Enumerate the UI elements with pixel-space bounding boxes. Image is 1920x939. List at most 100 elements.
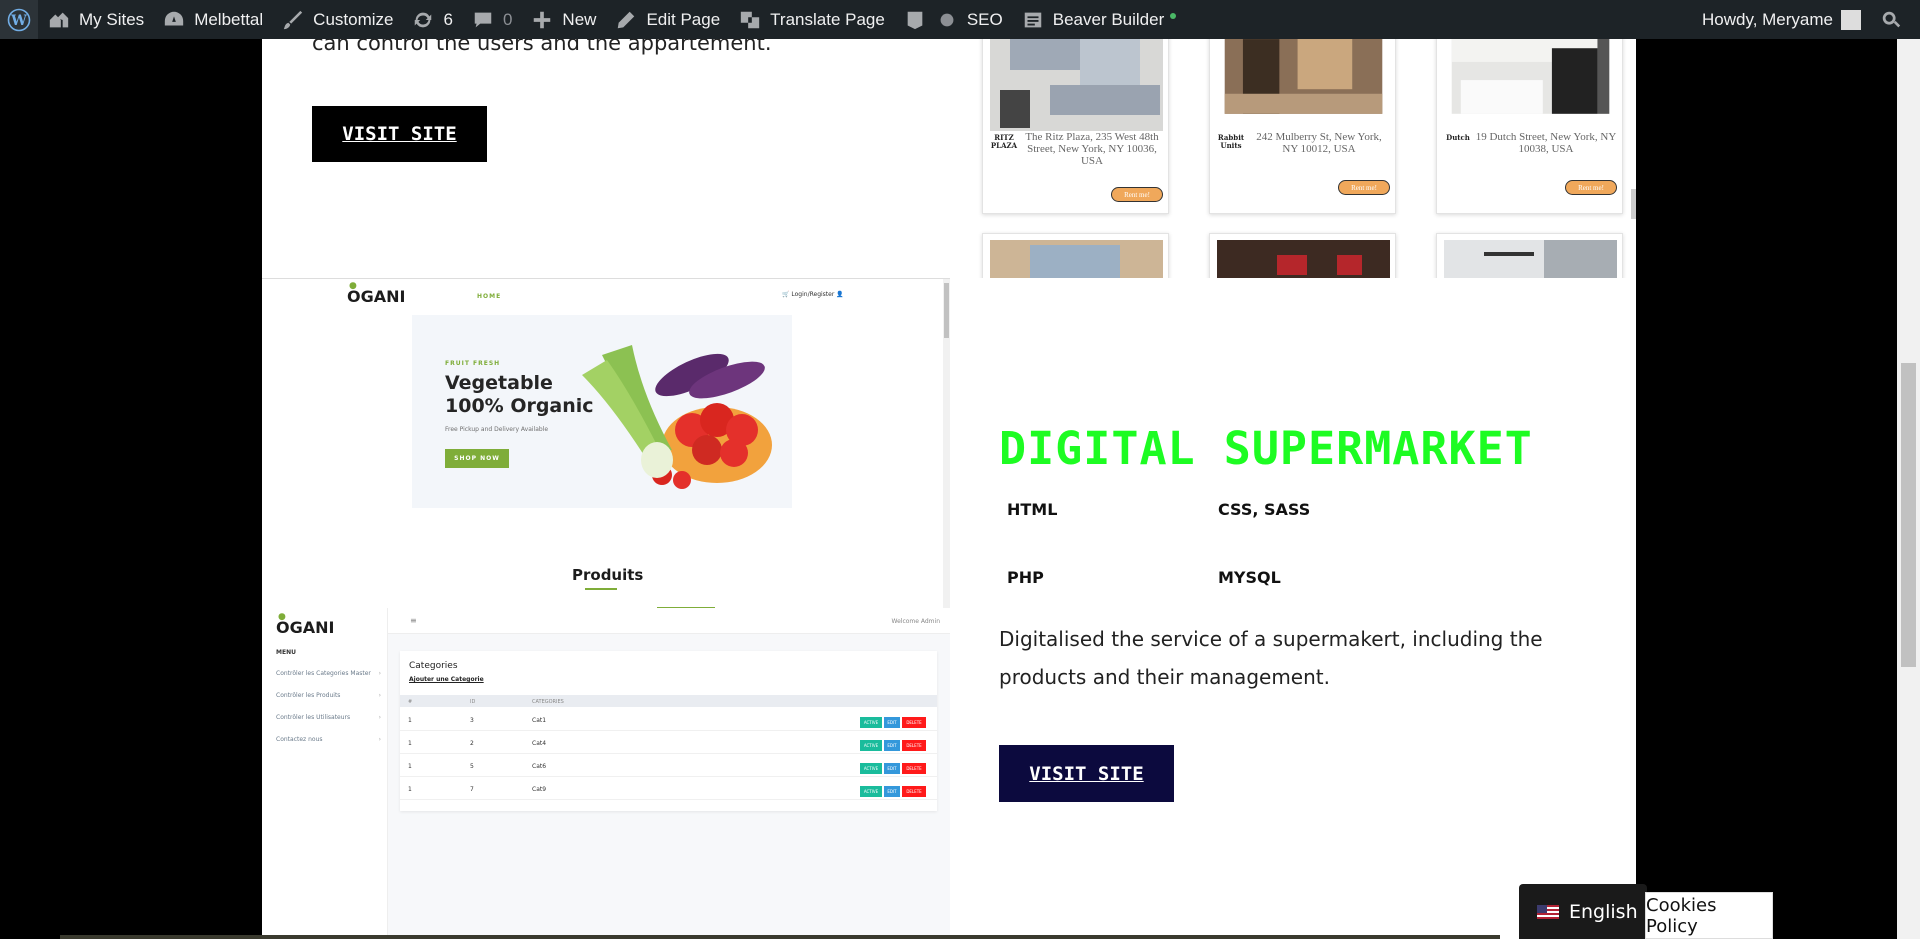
comments-menu[interactable]: 0 xyxy=(462,0,521,39)
beaver-builder-menu[interactable]: Beaver Builder xyxy=(1012,0,1186,39)
updates-count: 6 xyxy=(443,9,453,29)
beaver-builder-label: Beaver Builder xyxy=(1052,9,1165,29)
apartment-card xyxy=(1436,233,1623,278)
apartment-card: RITZ PLAZA The Ritz Plaza, 235 West 48th… xyxy=(982,39,1169,214)
categories-table-header: # ID CATEGORIES xyxy=(400,695,937,707)
us-flag-icon xyxy=(1537,904,1559,919)
leaf-icon: ● xyxy=(278,612,286,622)
apartment-photo xyxy=(1217,240,1390,278)
customize-menu[interactable]: Customize xyxy=(272,0,402,39)
chevron-right-icon: › xyxy=(378,736,381,743)
ogani-admin-screenshot: ● OGANI MENU Contrôler les Categories Mas… xyxy=(262,608,950,939)
page-scrollbar[interactable] xyxy=(1897,39,1920,939)
my-sites-menu[interactable]: My Sites xyxy=(38,0,153,39)
yoast-icon xyxy=(903,8,927,32)
admin-main: ≡ Welcome Admin Categories Ajouter une C… xyxy=(388,608,950,939)
updates-icon xyxy=(411,8,435,32)
cookies-policy-button[interactable]: Cookies Policy xyxy=(1645,892,1773,939)
translate-icon xyxy=(738,8,762,32)
page-scrollbar-thumb[interactable] xyxy=(1901,363,1916,667)
plus-icon xyxy=(530,8,554,32)
seo-menu[interactable]: SEO xyxy=(894,0,1012,39)
hero-tag: FRUIT FRESH xyxy=(445,360,501,367)
translate-page-menu[interactable]: Translate Page xyxy=(729,0,894,39)
ogani-scrollbar[interactable] xyxy=(943,279,950,608)
chevron-right-icon: › xyxy=(378,714,381,721)
my-sites-icon xyxy=(47,8,71,32)
rent-me-button[interactable]: Rent me! xyxy=(1565,180,1617,195)
add-category-link: Ajouter une Categorie xyxy=(409,676,484,683)
project-description: Digitalised the service of a supermakert… xyxy=(999,627,1543,689)
admin-menu-item: Contrôler les Utilisateurs › xyxy=(276,714,381,721)
site-name-menu[interactable]: Melbettal xyxy=(153,0,272,39)
edit-page-menu[interactable]: Edit Page xyxy=(605,0,729,39)
customize-label: Customize xyxy=(313,9,394,29)
new-label: New xyxy=(562,9,597,29)
table-row: 1 2 Cat4 ACTIVE EDIT DELETE xyxy=(400,731,937,754)
page-content: can control the users and the appartemen… xyxy=(262,39,1636,939)
apartment-photo xyxy=(1451,39,1610,114)
wp-admin-bar: W My Sites Melbettal Customize 6 0 New E… xyxy=(0,0,1920,39)
search-icon xyxy=(1879,8,1903,32)
hero-subtitle: Free Pickup and Delivery Available xyxy=(445,426,549,433)
ogani-storefront-screenshot: ● OGANI HOME 🛒 Login/Register 👤 FRUIT FRE… xyxy=(262,278,950,608)
tech-php: PHP xyxy=(1007,568,1044,587)
tech-mysql: MYSQL xyxy=(1218,568,1281,587)
beaver-status-dot xyxy=(1170,12,1177,19)
svg-text:W: W xyxy=(10,13,27,29)
apartment-name: Dutch xyxy=(1446,133,1470,142)
apartment-card xyxy=(982,233,1169,278)
chevron-right-icon: › xyxy=(378,692,381,699)
visit-site-button-previous[interactable]: VISIT SITE xyxy=(312,106,487,162)
apartment-name: Rabbit Units xyxy=(1217,133,1245,150)
avatar xyxy=(1841,9,1861,30)
apartment-card: Dutch 19 Dutch Street, New York, NY 1003… xyxy=(1436,39,1623,214)
admin-menu-item: Contrôler les Categories Master › xyxy=(276,670,381,677)
apartment-address: The Ritz Plaza, 235 West 48th Street, Ne… xyxy=(1025,131,1159,167)
comments-icon xyxy=(471,8,495,32)
my-sites-label: My Sites xyxy=(79,9,145,29)
language-switcher[interactable]: English xyxy=(1519,884,1647,939)
rent-me-button[interactable]: Rent me! xyxy=(1111,187,1163,202)
new-content-menu[interactable]: New xyxy=(521,0,605,39)
apartment-photo xyxy=(1224,39,1383,114)
dashboard-icon xyxy=(162,8,186,32)
chevron-right-icon: › xyxy=(378,670,381,677)
translate-page-label: Translate Page xyxy=(770,9,885,29)
apartment-name: RITZ PLAZA xyxy=(990,133,1018,150)
project-title: DIGITAL SUPERMARKET xyxy=(999,422,1533,475)
ogani-home-link: HOME xyxy=(477,293,502,300)
produits-heading: Produits xyxy=(572,566,644,584)
apartments-scrollbar[interactable] xyxy=(1631,189,1636,219)
customize-icon xyxy=(281,8,305,32)
rent-me-button[interactable]: Rent me! xyxy=(1338,180,1390,195)
site-name-label: Melbettal xyxy=(194,9,264,29)
apartment-card xyxy=(1209,233,1396,278)
categories-card: Categories Ajouter une Categorie # ID CA… xyxy=(400,651,937,811)
apartment-photo xyxy=(1444,240,1617,278)
tech-css: CSS, SASS xyxy=(1218,500,1311,519)
beaver-icon xyxy=(1021,8,1045,32)
search-button[interactable] xyxy=(1870,0,1920,39)
tech-html: HTML xyxy=(1007,500,1058,519)
wordpress-logo-button[interactable]: W xyxy=(0,0,38,39)
admin-welcome: Welcome Admin xyxy=(891,618,940,625)
edit-icon xyxy=(614,8,638,32)
updates-menu[interactable]: 6 xyxy=(402,0,461,39)
admin-sidebar: ● OGANI MENU Contrôler les Categories Mas… xyxy=(262,608,388,939)
admin-topbar: ≡ Welcome Admin xyxy=(388,608,950,634)
account-menu[interactable]: Howdy, Meryame xyxy=(1693,0,1870,39)
ogani-hero-banner: FRUIT FRESH Vegetable 100% Organic Free … xyxy=(412,315,792,508)
leaf-icon: ● xyxy=(349,281,357,291)
admin-menu-item: Contrôler les Produits › xyxy=(276,692,381,699)
seo-label: SEO xyxy=(966,9,1003,29)
visit-site-button[interactable]: VISIT SITE xyxy=(999,745,1174,802)
produits-underline xyxy=(585,588,617,590)
wordpress-icon: W xyxy=(7,8,31,31)
apartments-screenshot: RITZ PLAZA The Ritz Plaza, 235 West 48th… xyxy=(968,39,1636,278)
previous-project-description: can control the users and the appartemen… xyxy=(312,39,772,55)
ogani-login-link: 🛒 Login/Register 👤 xyxy=(782,291,844,298)
language-label: English xyxy=(1569,900,1638,923)
greeting-label: Howdy, Meryame xyxy=(1702,9,1833,29)
admin-ogani-logo: ● OGANI xyxy=(276,612,335,637)
